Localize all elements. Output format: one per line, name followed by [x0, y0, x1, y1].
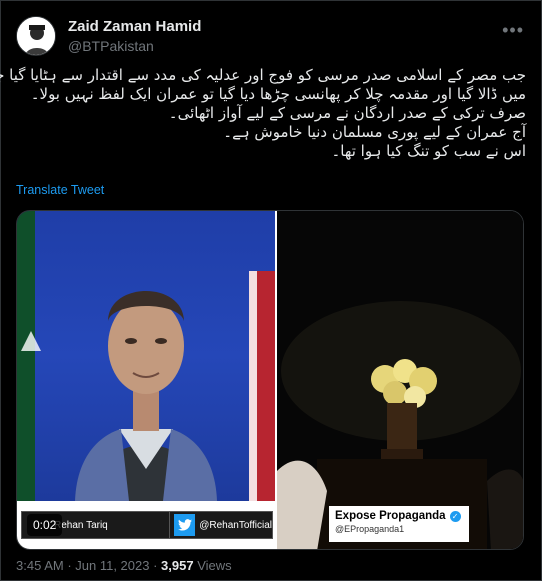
tweet-meta: 3:45 AM · Jun 11, 2023 · 3,957 Views — [16, 558, 232, 573]
watermark-title: Expose Propaganda — [335, 510, 446, 522]
tweet-line: صرف ترکی کے صدر اردگان نے مرسی کے لیے آو… — [168, 104, 526, 122]
tweet-header: Zaid Zaman Hamid @BTPakistan — [16, 16, 201, 56]
video-left-frame — [17, 211, 275, 501]
video-player[interactable]: Rehan Tariq @RehanTofficial 0:02 Expose … — [16, 210, 524, 550]
avatar-image — [17, 17, 55, 55]
video-handle-text: @RehanTofficial — [199, 519, 272, 531]
views-count[interactable]: 3,957 — [161, 558, 194, 573]
watermark-handle: @EPropaganda1 — [335, 524, 405, 534]
author-handle[interactable]: @BTPakistan — [68, 37, 201, 55]
views-label: Views — [193, 558, 232, 573]
tweet-text: جب مصر کے اسلامی صدر مرسی کو فوج اور عدل… — [0, 66, 526, 161]
video-left-panel — [17, 211, 275, 501]
author-display-name[interactable]: Zaid Zaman Hamid — [68, 17, 201, 37]
video-timer: 0:02 — [27, 514, 63, 536]
tweet-time[interactable]: 3:45 AM — [16, 558, 64, 573]
video-watermark: Expose Propaganda ✓ @EPropaganda1 — [329, 506, 469, 542]
tweet-line: جب مصر کے اسلامی صدر مرسی کو فوج اور عدل… — [0, 66, 526, 84]
twitter-bird-svg — [177, 519, 192, 531]
avatar[interactable] — [16, 16, 56, 56]
video-right-frame — [277, 211, 523, 549]
meta-separator: · — [63, 558, 76, 573]
video-handle-plate: @RehanTofficial — [169, 511, 273, 539]
translate-tweet-link[interactable]: Translate Tweet — [16, 183, 104, 197]
tweet-date[interactable]: Jun 11, 2023 — [75, 558, 149, 573]
tweet-line: آج عمران کے لیے پوری مسلمان دنیا خاموش ہ… — [223, 123, 526, 141]
twitter-bird-icon — [174, 514, 196, 536]
tweet-line: اس نے سب کو تنگ کیا ہوا تھا۔ — [331, 142, 526, 160]
verified-check-icon: ✓ — [449, 510, 461, 522]
video-right-panel — [277, 211, 523, 549]
more-icon[interactable]: ••• — [502, 20, 524, 41]
tweet-line: میں ڈالا گیا اور مقدمہ چلا کر پھانسی چڑھ… — [30, 85, 526, 103]
meta-separator: · — [149, 558, 162, 573]
